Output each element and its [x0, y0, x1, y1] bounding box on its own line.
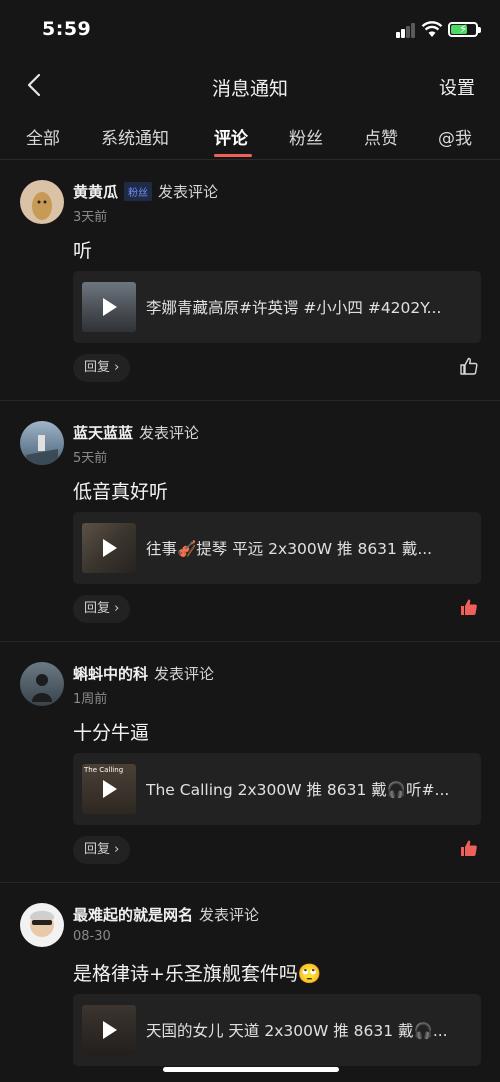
- status-bar: 5:59 ⚡: [0, 0, 500, 60]
- nav-bar: 消息通知 设置: [0, 60, 500, 112]
- notification-item: 蝌蚪中的科 发表评论 1周前 十分牛逼 The Calling The Call…: [0, 642, 500, 883]
- video-title: 李娜青藏高原#许英谔 #小小四 #4202Y...: [146, 299, 442, 317]
- play-icon: [103, 1021, 117, 1039]
- notification-item: 黄黄瓜 粉丝 发表评论 3天前 听 李娜青藏高原#许英谔 #小小四 #4202Y…: [0, 160, 500, 401]
- username[interactable]: 黄黄瓜: [73, 181, 118, 202]
- settings-button[interactable]: 设置: [439, 74, 475, 100]
- active-tab-indicator: [214, 154, 252, 157]
- thumbs-up-icon[interactable]: [459, 356, 479, 376]
- home-indicator[interactable]: [163, 1067, 339, 1072]
- timestamp: 3天前: [73, 210, 108, 225]
- video-thumbnail: [82, 282, 136, 332]
- username[interactable]: 蓝天蓝蓝: [73, 422, 133, 443]
- video-thumbnail: The Calling: [82, 764, 136, 814]
- tab-all[interactable]: 全部: [26, 124, 60, 149]
- comment-text: 十分牛逼: [73, 722, 150, 744]
- video-title: 天国的女儿 天道 2x300W 推 8631 戴🎧...: [146, 1022, 448, 1040]
- video-title: 往事🎻提琴 平远 2x300W 推 8631 戴...: [146, 540, 433, 558]
- reply-button[interactable]: 回复 ›: [73, 836, 131, 864]
- action-text: 发表评论: [199, 906, 260, 924]
- video-card[interactable]: 往事🎻提琴 平远 2x300W 推 8631 戴...: [73, 512, 481, 584]
- notification-list: 黄黄瓜 粉丝 发表评论 3天前 听 李娜青藏高原#许英谔 #小小四 #4202Y…: [0, 160, 500, 1082]
- video-card[interactable]: The Calling The Calling 2x300W 推 8631 戴🎧…: [73, 753, 481, 825]
- tab-bar: 全部 系统通知 评论 粉丝 点赞 @我: [0, 116, 500, 160]
- comment-text: 低音真好听: [73, 481, 169, 503]
- reply-button[interactable]: 回复 ›: [73, 354, 131, 382]
- notification-item: 最难起的就是网名 发表评论 08-30 是格律诗+乐圣旗舰套件吗🙄 天国的女儿 …: [0, 883, 500, 1082]
- tab-fans[interactable]: 粉丝: [289, 124, 323, 149]
- tab-comments[interactable]: 评论: [214, 124, 248, 149]
- tab-mentions[interactable]: @我: [438, 124, 472, 149]
- avatar[interactable]: [20, 662, 64, 706]
- timestamp: 08-30: [73, 929, 111, 944]
- play-icon: [103, 298, 117, 316]
- tab-system[interactable]: 系统通知: [101, 124, 169, 149]
- timestamp: 5天前: [73, 451, 108, 466]
- video-thumbnail: [82, 523, 136, 573]
- tab-likes[interactable]: 点赞: [364, 124, 398, 149]
- avatar[interactable]: [20, 180, 64, 224]
- comment-text: 是格律诗+乐圣旗舰套件吗🙄: [73, 963, 322, 985]
- cellular-signal-icon: [396, 22, 416, 38]
- action-text: 发表评论: [154, 665, 215, 683]
- username[interactable]: 蝌蚪中的科: [73, 663, 148, 684]
- action-text: 发表评论: [158, 183, 219, 201]
- video-card[interactable]: 李娜青藏高原#许英谔 #小小四 #4202Y...: [73, 271, 481, 343]
- timestamp: 1周前: [73, 692, 108, 707]
- reply-button[interactable]: 回复 ›: [73, 595, 131, 623]
- wifi-icon: [421, 21, 443, 37]
- thumbs-up-liked-icon[interactable]: [459, 838, 479, 858]
- username[interactable]: 最难起的就是网名: [73, 904, 193, 925]
- comment-text: 听: [73, 240, 93, 262]
- status-time: 5:59: [42, 18, 92, 40]
- thumbs-up-liked-icon[interactable]: [459, 597, 479, 617]
- video-card[interactable]: 天国的女儿 天道 2x300W 推 8631 戴🎧...: [73, 994, 481, 1066]
- play-icon: [103, 780, 117, 798]
- avatar[interactable]: [20, 903, 64, 947]
- notification-item: 蓝天蓝蓝 发表评论 5天前 低音真好听 往事🎻提琴 平远 2x300W 推 86…: [0, 401, 500, 642]
- fan-badge: 粉丝: [124, 182, 153, 201]
- video-thumbnail: [82, 1005, 136, 1055]
- avatar[interactable]: [20, 421, 64, 465]
- battery-icon: ⚡: [448, 22, 481, 37]
- play-icon: [103, 539, 117, 557]
- action-text: 发表评论: [139, 424, 200, 442]
- page-title: 消息通知: [211, 78, 288, 100]
- video-title: The Calling 2x300W 推 8631 戴🎧听#...: [146, 781, 450, 799]
- thumbnail-caption: The Calling: [84, 766, 124, 774]
